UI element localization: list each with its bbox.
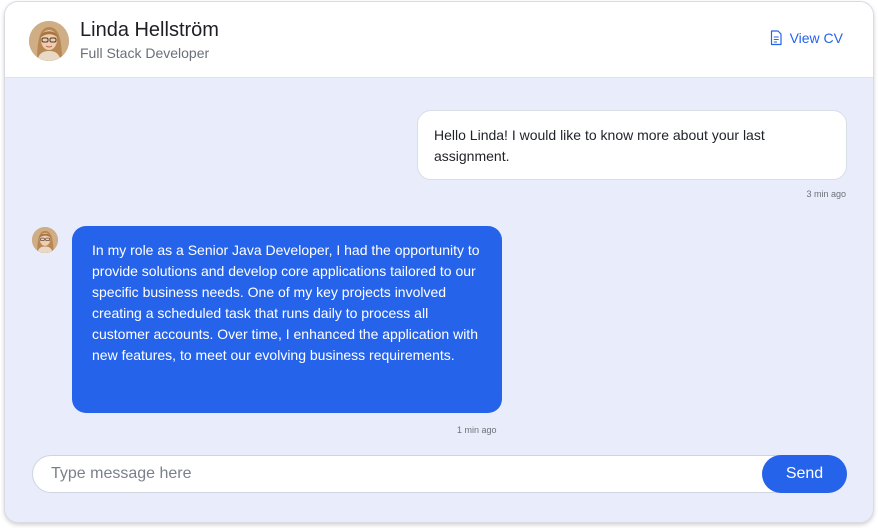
view-cv-button[interactable]: View CV	[769, 30, 843, 46]
document-icon	[770, 30, 782, 46]
message-timestamp: 1 min ago	[457, 425, 497, 435]
contact-role: Full Stack Developer	[80, 45, 210, 61]
profile-photo-icon	[29, 21, 69, 61]
chat-window: Linda Hellström Full Stack Developer Vie…	[4, 1, 874, 523]
avatar	[29, 21, 69, 61]
message-input[interactable]	[51, 456, 751, 492]
sender-avatar	[32, 227, 58, 253]
chat-header: Linda Hellström Full Stack Developer Vie…	[5, 2, 873, 78]
incoming-message: In my role as a Senior Java Developer, I…	[72, 226, 502, 413]
view-cv-label: View CV	[789, 30, 843, 46]
outgoing-message: Hello Linda! I would like to know more a…	[417, 110, 847, 180]
message-timestamp: 3 min ago	[806, 189, 846, 199]
profile-photo-icon	[32, 227, 58, 253]
send-button[interactable]: Send	[762, 455, 847, 493]
contact-name: Linda Hellström	[80, 19, 219, 41]
message-composer: Send	[32, 455, 847, 493]
